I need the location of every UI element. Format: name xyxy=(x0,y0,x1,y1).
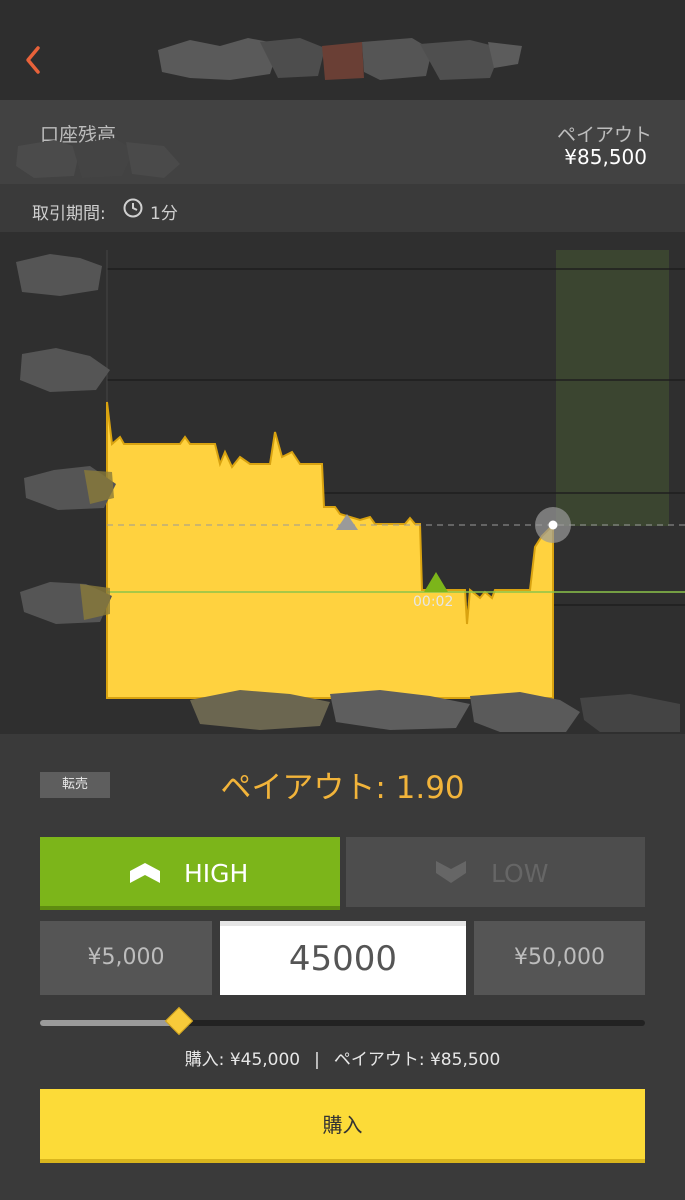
summary-purchase: 購入: ¥45,000 xyxy=(184,1050,301,1070)
clock-icon xyxy=(123,198,143,218)
price-chart[interactable]: 00:02 xyxy=(0,232,685,734)
redacted-balance xyxy=(16,138,180,178)
timer-label: 00:02 xyxy=(413,594,453,610)
top-bar xyxy=(0,0,685,100)
amount-slider-fill xyxy=(40,1020,180,1026)
price-area xyxy=(106,401,554,699)
low-label: LOW xyxy=(491,859,549,888)
expiry-zone xyxy=(556,250,669,526)
amount-slider-thumb[interactable] xyxy=(164,1006,194,1036)
purchase-summary: 購入: ¥45,000 | ペイアウト: ¥85,500 xyxy=(0,1045,685,1070)
amount-preset-50000-button[interactable]: ¥50,000 xyxy=(474,921,645,995)
payout-label: ペイアウト xyxy=(556,124,652,146)
payout-rate: ペイアウト: 1.90 xyxy=(220,770,465,806)
entry-marker-triangle-icon xyxy=(424,572,448,592)
summary-payout: ペイアウト: ¥85,500 xyxy=(333,1050,501,1070)
summary-separator: | xyxy=(314,1050,320,1070)
amount-input[interactable]: 45000 xyxy=(220,921,466,995)
high-button[interactable]: HIGH xyxy=(40,837,340,910)
amount-slider[interactable] xyxy=(40,1006,645,1036)
up-chevron-icon xyxy=(130,863,160,883)
redacted-y-axis-labels xyxy=(16,254,116,624)
trade-period-label: 取引期間: xyxy=(32,204,106,224)
buy-button[interactable]: 購入 xyxy=(40,1089,645,1163)
current-price-dot xyxy=(548,520,558,530)
price-chart-svg: 00:02 xyxy=(16,250,685,732)
payout-value: ¥85,500 xyxy=(564,145,647,169)
low-button[interactable]: LOW xyxy=(346,837,645,907)
account-info: 口座残高 ペイアウト ¥85,500 xyxy=(0,100,685,184)
high-label: HIGH xyxy=(184,859,249,888)
chevron-left-icon xyxy=(26,46,40,74)
amount-preset-5000-button[interactable]: ¥5,000 xyxy=(40,921,212,995)
trade-period-bar: 取引期間: 1分 xyxy=(0,184,685,233)
trade-panel: 転売 ペイアウト: 1.90 HIGH LOW ¥5,000 45000 ¥50… xyxy=(0,734,685,1200)
redacted-title xyxy=(158,38,522,80)
down-chevron-icon xyxy=(436,861,466,883)
back-button[interactable] xyxy=(20,38,50,78)
trade-period-value: 1分 xyxy=(150,204,178,224)
